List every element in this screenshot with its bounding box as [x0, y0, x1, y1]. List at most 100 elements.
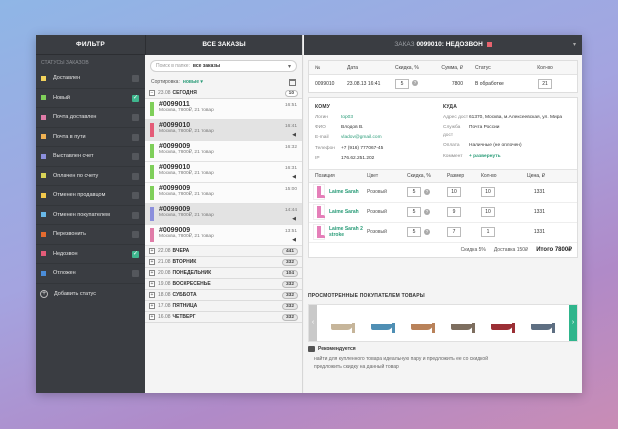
chevron-down-icon[interactable]: ▾ [573, 35, 576, 55]
search-input[interactable]: Поиск в папке: все заказы ▾ [150, 60, 297, 72]
expand-icon[interactable]: + [149, 248, 155, 254]
group-row[interactable]: +17.08 ПЯТНИЦА 332 [145, 301, 302, 312]
viewed-product-image[interactable] [331, 313, 357, 333]
group-today[interactable]: − 23.08 СЕГОДНЯ 10 [145, 88, 302, 99]
group-date: 16.08 [158, 314, 171, 320]
calendar-icon[interactable] [289, 78, 296, 86]
position-product[interactable]: Laime Sarah [309, 204, 367, 221]
shoe-body [371, 324, 393, 330]
group-day: ВТОРНИК [172, 259, 197, 265]
search-placeholder: Поиск в папке: [156, 63, 190, 69]
status-item[interactable]: Перезвонить [36, 225, 145, 245]
group-row[interactable]: +22.08 ВЧЕРА 441 [145, 246, 302, 257]
product-thumbnail[interactable] [313, 224, 325, 241]
sort-select[interactable]: новые ▾ [183, 79, 203, 85]
product-thumbnail[interactable] [313, 204, 325, 221]
expand-icon[interactable]: + [149, 270, 155, 276]
group-row[interactable]: +21.08 ВТОРНИК 332 [145, 257, 302, 268]
group-row[interactable]: +16.08 ЧЕТВЕРГ 332 [145, 312, 302, 323]
order-row[interactable]: #0099009 Москва, 7800₽, 21 товар 13:51 ◀ [145, 225, 302, 246]
help-icon[interactable]: ? [424, 209, 430, 216]
expand-icon[interactable]: + [149, 281, 155, 287]
help-icon[interactable]: ? [424, 229, 430, 236]
checkbox-checked[interactable]: ✓ [132, 250, 139, 258]
viewed-product-image[interactable] [411, 313, 437, 333]
group-row[interactable]: +20.08 ПОНЕДЕЛЬНИК 104 [145, 268, 302, 279]
checkbox[interactable] [132, 133, 139, 141]
position-product[interactable]: Laime Sarah 2 stroke [309, 224, 367, 241]
discount-input[interactable]: 5 [407, 227, 421, 238]
product-name-link[interactable]: Laime Sarah [329, 189, 359, 195]
order-row[interactable]: #0099009 Москва, 7800₽, 21 товар 16:32 [145, 141, 302, 162]
order-summary-card: № Дата Скидка, % Сумма, ₽ Статус Кол-во 00990… [308, 60, 578, 93]
size-input[interactable]: 10 [447, 187, 461, 198]
carousel-prev-button[interactable]: ‹ [309, 305, 317, 341]
checkbox[interactable] [132, 231, 139, 238]
order-row[interactable]: #0099011 Москва, 7800₽, 21 товар 16:51 [145, 99, 302, 120]
group-row[interactable]: +19.08 ВОСКРЕСЕНЬЕ 332 [145, 279, 302, 290]
size-input[interactable]: 7 [447, 227, 461, 238]
help-icon[interactable]: ? [412, 80, 418, 87]
checkbox[interactable] [132, 172, 139, 180]
viewed-product-image[interactable] [451, 313, 477, 333]
order-row[interactable]: #0099009 Москва, 7800₽, 21 товар 15:00 [145, 183, 302, 204]
filter-sidebar: ФИЛЬТР СТАТУСЫ ЗАКАЗОВ Доставлен Новый ✓ По… [36, 35, 145, 393]
discount-input[interactable]: 5 [407, 207, 421, 218]
search-dropdown-icon[interactable]: ▾ [288, 63, 291, 70]
position-product[interactable]: Laime Sarah [309, 184, 367, 201]
quantity-input[interactable]: 10 [481, 187, 495, 198]
help-icon[interactable]: ? [424, 189, 430, 196]
expand-icon[interactable]: + [149, 303, 155, 309]
order-row[interactable]: #0099010 Москва, 7800₽, 21 товар 16:31 ◀ [145, 162, 302, 183]
group-row[interactable]: +18.08 СУББОТА 332 [145, 290, 302, 301]
discount-input[interactable]: 5 [407, 187, 421, 198]
status-item[interactable]: Отложен [36, 264, 145, 284]
viewed-product-image[interactable] [371, 313, 397, 333]
status-item[interactable]: Почта доставлен [36, 108, 145, 128]
expand-icon[interactable]: + [149, 292, 155, 298]
status-item[interactable]: Оплачен по счету [36, 167, 145, 186]
add-status-button[interactable]: + Добавить статус [36, 284, 145, 304]
status-item[interactable]: Выставлен счет [36, 147, 145, 167]
size-input[interactable]: 9 [447, 207, 461, 218]
checkbox[interactable] [132, 75, 139, 82]
checkbox[interactable] [132, 192, 139, 199]
to-row: IP 176.62.251.202 [315, 155, 443, 163]
field-value[interactable]: top03 [341, 114, 443, 122]
checkbox-checked[interactable]: ✓ [132, 94, 139, 102]
summary-cell: 7800 [451, 80, 463, 87]
status-item[interactable]: Отменен покупателем [36, 206, 145, 225]
checkbox[interactable] [132, 153, 139, 160]
viewed-products-carousel: ‹ › [308, 304, 578, 342]
viewed-product-image[interactable] [491, 313, 517, 333]
status-color-swatch [41, 270, 46, 276]
product-name-link[interactable]: Laime Sarah 2 stroke [329, 226, 367, 238]
checkbox[interactable] [132, 270, 139, 277]
product-thumbnail[interactable] [313, 184, 325, 201]
status-item[interactable]: Отменен продавцом [36, 186, 145, 206]
quantity-input[interactable]: 10 [481, 207, 495, 218]
order-row[interactable]: #0099009 Москва, 7800₽, 21 товар 14:44 ◀ [145, 204, 302, 225]
product-name-link[interactable]: Laime Sarah [329, 209, 359, 215]
expand-icon[interactable]: + [149, 314, 155, 320]
summary-header-cell: № [315, 64, 321, 71]
status-item[interactable]: Доставлен [36, 69, 145, 89]
discount-input[interactable]: 5 [395, 78, 409, 89]
order-row[interactable]: #0099010 Москва, 7800₽, 21 товар 16:41 ◀ [145, 120, 302, 141]
status-item[interactable]: Почта в пути [36, 128, 145, 147]
carousel-next-button[interactable]: › [569, 305, 577, 341]
field-label: E-mail [315, 135, 329, 141]
field-value[interactable]: vladov@gmail.com [341, 134, 443, 142]
order-time: 16:41 [284, 124, 297, 129]
quantity-input[interactable]: 21 [538, 78, 552, 89]
status-item[interactable]: Новый ✓ [36, 89, 145, 108]
shoe-heel [392, 323, 395, 333]
quantity-input[interactable]: 1 [481, 227, 495, 238]
checkbox[interactable] [132, 114, 139, 121]
collapse-icon[interactable]: − [149, 90, 155, 96]
viewed-product-image[interactable] [531, 313, 557, 333]
expand-icon[interactable]: + [149, 259, 155, 265]
checkbox[interactable] [132, 211, 139, 219]
field-value[interactable]: + развернуть [469, 153, 571, 161]
status-item[interactable]: Недозвон ✓ [36, 245, 145, 264]
